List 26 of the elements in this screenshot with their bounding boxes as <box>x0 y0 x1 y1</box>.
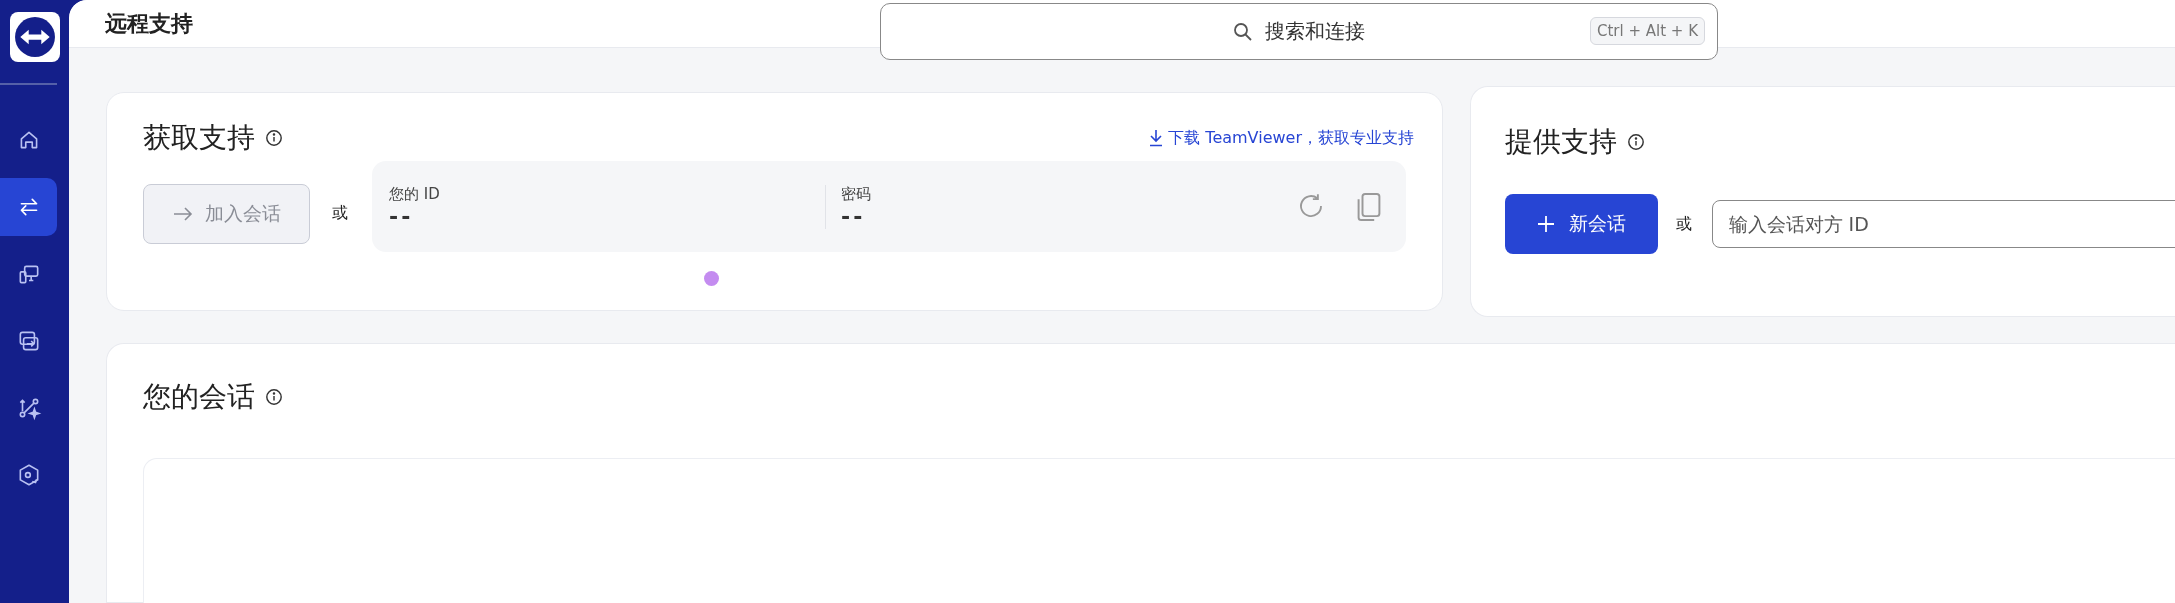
new-session-button[interactable]: 新会话 <box>1505 194 1658 254</box>
arrow-icon <box>172 205 193 222</box>
info-icon[interactable] <box>265 129 283 147</box>
or-label: 或 <box>332 203 348 224</box>
id-value: -- <box>389 203 415 229</box>
info-icon[interactable] <box>1627 133 1645 151</box>
logo-icon <box>13 16 56 58</box>
shortcut-hint: Ctrl + Alt + K <box>1589 17 1705 45</box>
card-title: 提供支持 <box>1505 124 1617 160</box>
search-field[interactable]: 搜索和连接 Ctrl + Alt + K <box>880 3 1718 60</box>
info-icon[interactable] <box>265 388 283 406</box>
or-label: 或 <box>1675 213 1692 235</box>
password-value: -- <box>841 203 867 229</box>
copy-icon[interactable] <box>1356 190 1382 223</box>
download-link[interactable]: 下载 TeamViewer，获取专业支持 <box>1148 127 1414 149</box>
card-title: 获取支持 <box>143 120 255 156</box>
page-title: 远程支持 <box>105 9 193 38</box>
status-dot <box>704 271 719 286</box>
card-title: 您的会话 <box>143 379 255 415</box>
download-icon <box>1148 129 1165 147</box>
search-icon <box>1233 21 1253 42</box>
plus-icon <box>1536 215 1555 233</box>
search-placeholder: 搜索和连接 <box>1265 18 1365 45</box>
password-label: 密码 <box>841 184 872 204</box>
partner-id-field[interactable]: 输入会话对方 ID <box>1711 200 2175 248</box>
id-label: 您的 ID <box>389 184 441 204</box>
